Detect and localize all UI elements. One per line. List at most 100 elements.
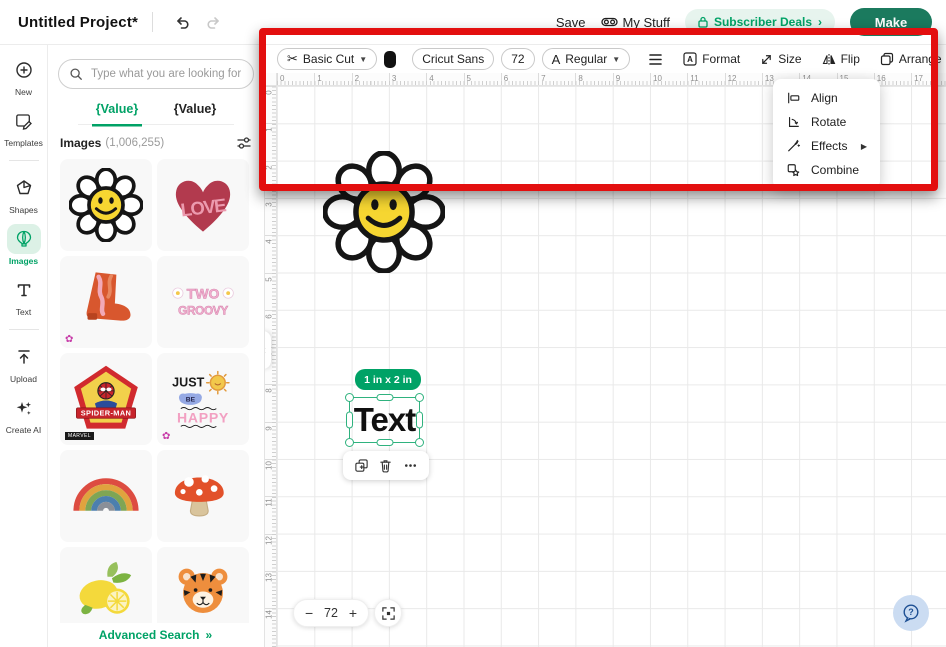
subscriber-deals-label: Subscriber Deals [714,15,812,29]
h-ruler-tick: 6 [501,73,502,85]
sidebar-item-images[interactable]: Images [0,224,48,266]
more-options-button[interactable] [401,456,420,475]
menu-item-align[interactable]: Align [773,86,880,110]
size-button[interactable]: Size [758,52,803,66]
image-results-grid: LOVE ✿ TWO GROOVY [60,159,264,639]
sidebar-item-label: New [15,87,32,97]
smiley-daisy-art [69,168,143,242]
font-size-field[interactable]: 72 [501,48,534,70]
arrange-button[interactable]: Arrange [878,52,944,66]
sidebar-item-shapes[interactable]: Shapes [0,173,48,215]
arrange-layers-icon [880,52,894,66]
v-ruler-tick: 14 [265,608,276,609]
sidebar-item-create-ai[interactable]: Create AI [0,393,48,435]
image-tile-smiley-daisy[interactable] [60,159,152,251]
sidebar-item-label: Templates [4,138,43,148]
canvas-object-daisy[interactable] [323,151,445,275]
h-ruler-tick: 4 [426,73,427,85]
help-button[interactable]: ? [893,595,929,631]
ellipsis-icon [403,458,418,473]
svg-text:HAPPY: HAPPY [177,410,229,426]
image-tile-just-be-happy[interactable]: JUST BE HAPPY ✿ [157,353,249,445]
combine-shapes-icon [786,163,801,177]
svg-text:?: ? [908,607,914,617]
selection-handle-top-right[interactable] [415,393,424,402]
results-count: (1,006,255) [105,137,164,149]
menu-item-label: Align [811,91,838,105]
selection-size-badge: 1 in x 2 in [355,369,421,390]
font-style-selector[interactable]: A Regular ▼ [542,48,631,70]
tab-value-1[interactable]: {Value} [92,102,142,124]
v-ruler-tick: 8 [265,384,276,385]
sidebar-item-text[interactable]: Text [0,275,48,317]
duplicate-icon [354,458,369,473]
delete-button[interactable] [376,456,395,475]
image-tile-cowboy-boot[interactable]: ✿ [60,256,152,348]
sidebar-item-upload[interactable]: Upload [0,342,48,384]
results-row: Images (1,006,255) [60,135,252,151]
image-tile-two-groovy[interactable]: TWO GROOVY [157,256,249,348]
save-button[interactable]: Save [556,15,586,30]
selection-handle-bottom-left[interactable] [345,438,354,447]
image-tile-rainbow[interactable] [60,450,152,542]
selection-handle-bottom[interactable] [376,439,393,446]
redo-icon [205,14,222,31]
v-ruler-tick: 6 [265,310,276,311]
tab-value-2[interactable]: {Value} [170,102,220,124]
zoom-in-button[interactable]: + [349,605,357,621]
selection-handle-bottom-right[interactable] [415,438,424,447]
selection-handle-left[interactable] [346,412,353,429]
subscriber-deals-button[interactable]: Subscriber Deals › [685,9,835,35]
h-ruler-tick: 9 [613,73,614,85]
double-chevron-icon: » [206,628,213,642]
redo-button[interactable] [198,14,229,31]
results-label: Images [60,136,101,150]
plus-circle-icon [7,55,41,85]
image-tile-spider-man[interactable]: SPIDER-MAN MARVEL [60,353,152,445]
color-swatch[interactable] [384,51,396,68]
image-tile-mushroom[interactable] [157,450,249,542]
linetype-selector[interactable]: ✂ Basic Cut ▼ [277,48,377,70]
image-tile-love-heart[interactable]: LOVE [157,159,249,251]
v-ruler-tick: 12 [265,534,276,535]
line-spacing-button[interactable] [646,53,665,66]
h-ruler-tick: 17 [911,73,912,85]
selection-handle-right[interactable] [416,412,423,429]
sidebar-divider [9,329,39,330]
v-ruler-tick: 4 [265,235,276,236]
spider-man-badge-art: SPIDER-MAN [69,362,143,436]
images-panel: {Value} {Value} Images (1,006,255) [48,45,265,647]
menu-item-effects[interactable]: Effects ▶ [773,134,880,158]
svg-text:LOVE: LOVE [179,194,227,220]
format-button[interactable]: A Format [681,52,742,66]
sidebar-item-templates[interactable]: Templates [0,106,48,148]
advanced-search-link[interactable]: Advanced Search » [48,623,263,647]
sidebar-item-label: Upload [10,374,37,384]
h-ruler-tick: 1 [314,73,315,85]
filter-button[interactable] [236,135,252,151]
premium-flower-icon: ✿ [65,334,73,345]
magic-wand-icon [786,139,801,153]
font-selector[interactable]: Cricut Sans [412,48,494,70]
search-input[interactable] [89,67,243,81]
sidebar-item-new[interactable]: New [0,55,48,97]
canvas-text-object[interactable]: Text [350,398,419,442]
format-a-box-icon: A [683,52,697,66]
menu-item-rotate[interactable]: Rotate [773,110,880,134]
menu-item-combine[interactable]: Combine [773,158,880,182]
make-button[interactable]: Make [850,8,932,36]
zoom-out-button[interactable]: − [305,605,313,621]
menu-item-label: Rotate [811,115,846,129]
selection-handle-top[interactable] [376,394,393,401]
v-ruler-tick: 2 [265,161,276,162]
undo-button[interactable] [167,14,198,31]
fit-to-screen-button[interactable] [374,599,402,627]
align-icon [786,91,801,105]
zoom-value: 72 [324,606,338,620]
flip-button[interactable]: Flip [820,52,862,66]
duplicate-button[interactable] [352,456,371,475]
selection-handle-top-left[interactable] [345,393,354,402]
h-ruler-tick: 2 [352,73,353,85]
text-selection-box[interactable]: Text [349,397,420,443]
my-stuff-button[interactable]: My Stuff [601,15,670,30]
